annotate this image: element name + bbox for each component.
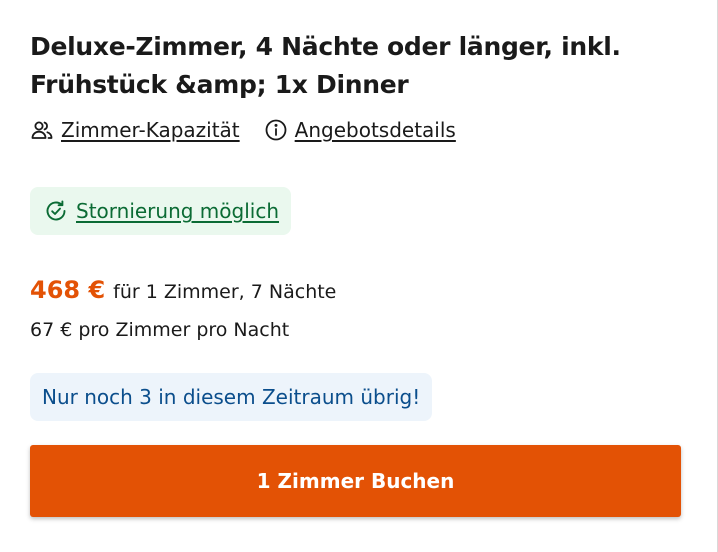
room-capacity-link[interactable]: Zimmer-Kapazität — [30, 118, 240, 142]
book-room-button[interactable]: 1 Zimmer Buchen — [30, 445, 681, 517]
cancellation-badge[interactable]: Stornierung möglich — [30, 187, 292, 235]
offer-details-link[interactable]: Angebotsdetails — [264, 118, 456, 142]
offer-details-label: Angebotsdetails — [294, 118, 456, 142]
info-icon — [264, 118, 288, 142]
price-row: 468 € für 1 Zimmer, 7 Nächte — [30, 276, 336, 304]
cancellation-label: Stornierung möglich — [76, 199, 280, 223]
users-icon — [30, 118, 54, 142]
availability-badge: Nur noch 3 in diesem Zeitraum übrig! — [30, 373, 433, 421]
total-price: 468 € — [30, 276, 106, 304]
total-price-description: für 1 Zimmer, 7 Nächte — [113, 281, 337, 303]
room-offer-title: Deluxe-Zimmer, 4 Nächte oder länger, ink… — [30, 32, 621, 99]
room-capacity-label: Zimmer-Kapazität — [61, 118, 240, 142]
refresh-check-icon — [44, 199, 68, 223]
price-per-night: 67 € pro Zimmer pro Nacht — [30, 319, 290, 341]
offer-links: Zimmer-Kapazität Angebotsdetails — [30, 118, 456, 142]
